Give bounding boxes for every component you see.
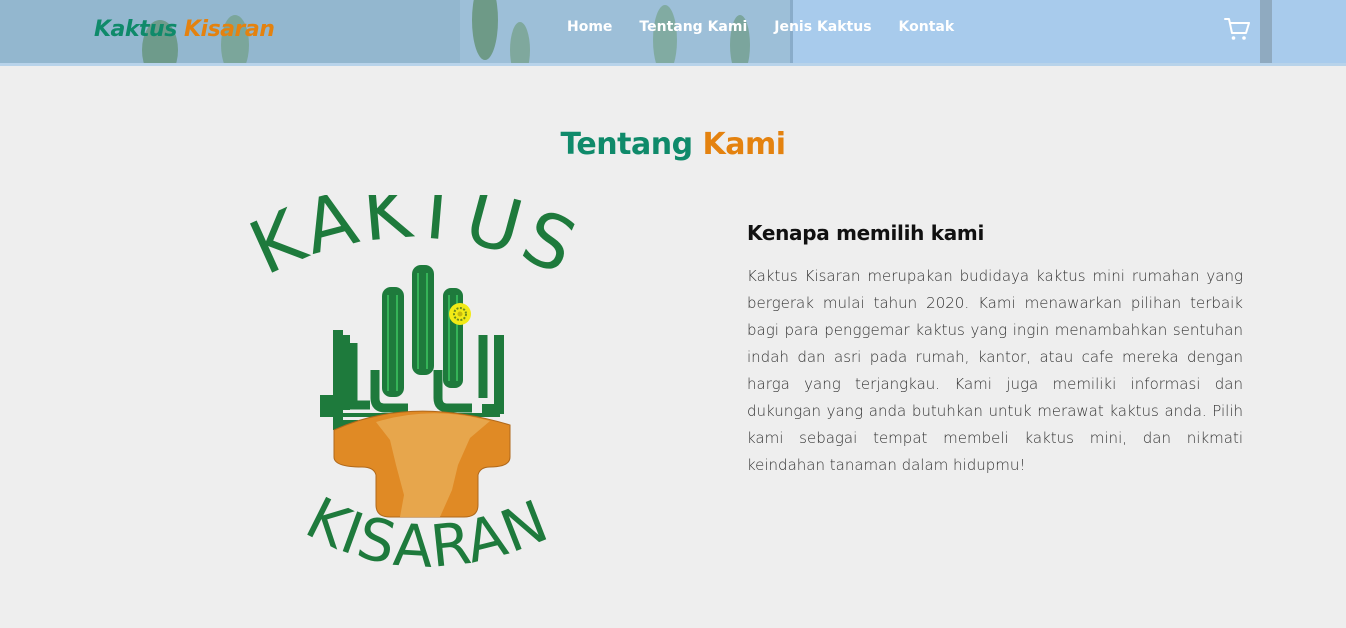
main-nav: Home Tentang Kami Jenis Kaktus Kontak: [567, 19, 981, 35]
brand-logo[interactable]: Kaktus Kisaran: [94, 17, 275, 42]
about-paragraph: Kaktus Kisaran merupakan budidaya kaktus…: [747, 267, 1243, 474]
logo-cactus: [320, 265, 504, 430]
logo-flower: [449, 303, 471, 325]
nav-link-jenis-kaktus[interactable]: Jenis Kaktus: [774, 19, 871, 35]
cart-icon[interactable]: [1224, 17, 1250, 41]
brand-part1: Kaktus: [94, 17, 177, 42]
nav-link-tentang-kami[interactable]: Tentang Kami: [639, 19, 747, 35]
kaktus-kisaran-logo: KAKTUS KISARAN: [238, 195, 588, 581]
section-title-part2: Kami: [702, 127, 787, 162]
navbar: Kaktus Kisaran Home Tentang Kami Jenis K…: [0, 0, 1346, 66]
about-heading: Kenapa memilih kami: [747, 221, 985, 245]
section-title-part1: Tentang: [560, 127, 693, 162]
nav-link-kontak[interactable]: Kontak: [899, 19, 955, 35]
nav-link-home[interactable]: Home: [567, 19, 612, 35]
section-title: Tentang Kami: [0, 127, 1346, 162]
brand-part2: Kisaran: [183, 17, 275, 42]
